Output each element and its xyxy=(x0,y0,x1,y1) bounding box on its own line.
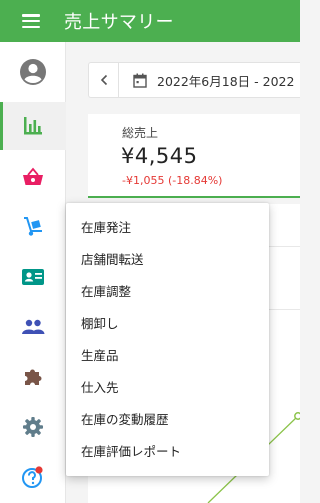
sidebar xyxy=(0,42,66,503)
page-title: 売上サマリー xyxy=(64,12,174,33)
menu-item-stock-adjustments[interactable]: 在庫調整 xyxy=(66,274,269,306)
id-card-icon xyxy=(22,269,44,285)
chevron-left-icon xyxy=(100,74,107,86)
previous-period-button[interactable] xyxy=(89,63,119,97)
gear-icon xyxy=(23,417,43,437)
sidebar-item-settings[interactable] xyxy=(0,403,66,451)
sidebar-item-reports[interactable] xyxy=(0,102,66,150)
sidebar-item-account[interactable] xyxy=(0,48,66,96)
sidebar-item-sales[interactable] xyxy=(0,153,66,201)
inventory-dropdown-menu: 在庫発注 店舗間転送 在庫調整 棚卸し 生産品 仕入先 在庫の変動履歴 在庫評価… xyxy=(66,203,269,476)
date-range-text: 2022年6月18日 - 2022 xyxy=(157,73,295,89)
calendar-icon xyxy=(133,73,147,88)
hand-truck-icon xyxy=(24,217,42,236)
menu-item-inventory-counts[interactable]: 棚卸し xyxy=(66,306,269,338)
help-icon xyxy=(22,466,43,488)
menu-item-productions[interactable]: 生産品 xyxy=(66,338,269,370)
app-root: 売上サマリー 2022年6月18日 - 2022 総売上 ¥4,545 -¥1,… xyxy=(0,0,300,503)
sidebar-item-employees[interactable] xyxy=(0,253,66,301)
card-label: 総売上 xyxy=(122,126,159,140)
gross-sales-card[interactable]: 総売上 ¥4,545 -¥1,055 (-18.84%) xyxy=(88,114,300,198)
sidebar-item-help[interactable] xyxy=(0,453,66,501)
sidebar-item-inventory[interactable] xyxy=(0,202,66,250)
menu-item-inventory-history[interactable]: 在庫の変動履歴 xyxy=(66,402,269,434)
menu-item-inventory-valuation[interactable]: 在庫評価レポート xyxy=(66,434,269,466)
card-change: -¥1,055 (-18.84%) xyxy=(122,174,223,187)
avatar-icon xyxy=(20,59,46,85)
bar-chart-icon xyxy=(24,117,42,135)
people-icon xyxy=(22,319,45,334)
basket-icon xyxy=(23,167,43,185)
puzzle-icon xyxy=(25,369,42,385)
menu-item-suppliers[interactable]: 仕入先 xyxy=(66,370,269,402)
top-app-bar: 売上サマリー xyxy=(0,0,300,42)
menu-item-purchase-orders[interactable]: 在庫発注 xyxy=(66,210,269,242)
menu-icon[interactable] xyxy=(22,14,40,28)
sidebar-item-integrations[interactable] xyxy=(0,353,66,401)
card-value: ¥4,545 xyxy=(121,144,198,168)
sidebar-item-customers[interactable] xyxy=(0,303,66,351)
chart-point xyxy=(294,412,300,420)
date-range-picker[interactable]: 2022年6月18日 - 2022 xyxy=(88,62,300,98)
menu-item-transfer-orders[interactable]: 店舗間転送 xyxy=(66,242,269,274)
